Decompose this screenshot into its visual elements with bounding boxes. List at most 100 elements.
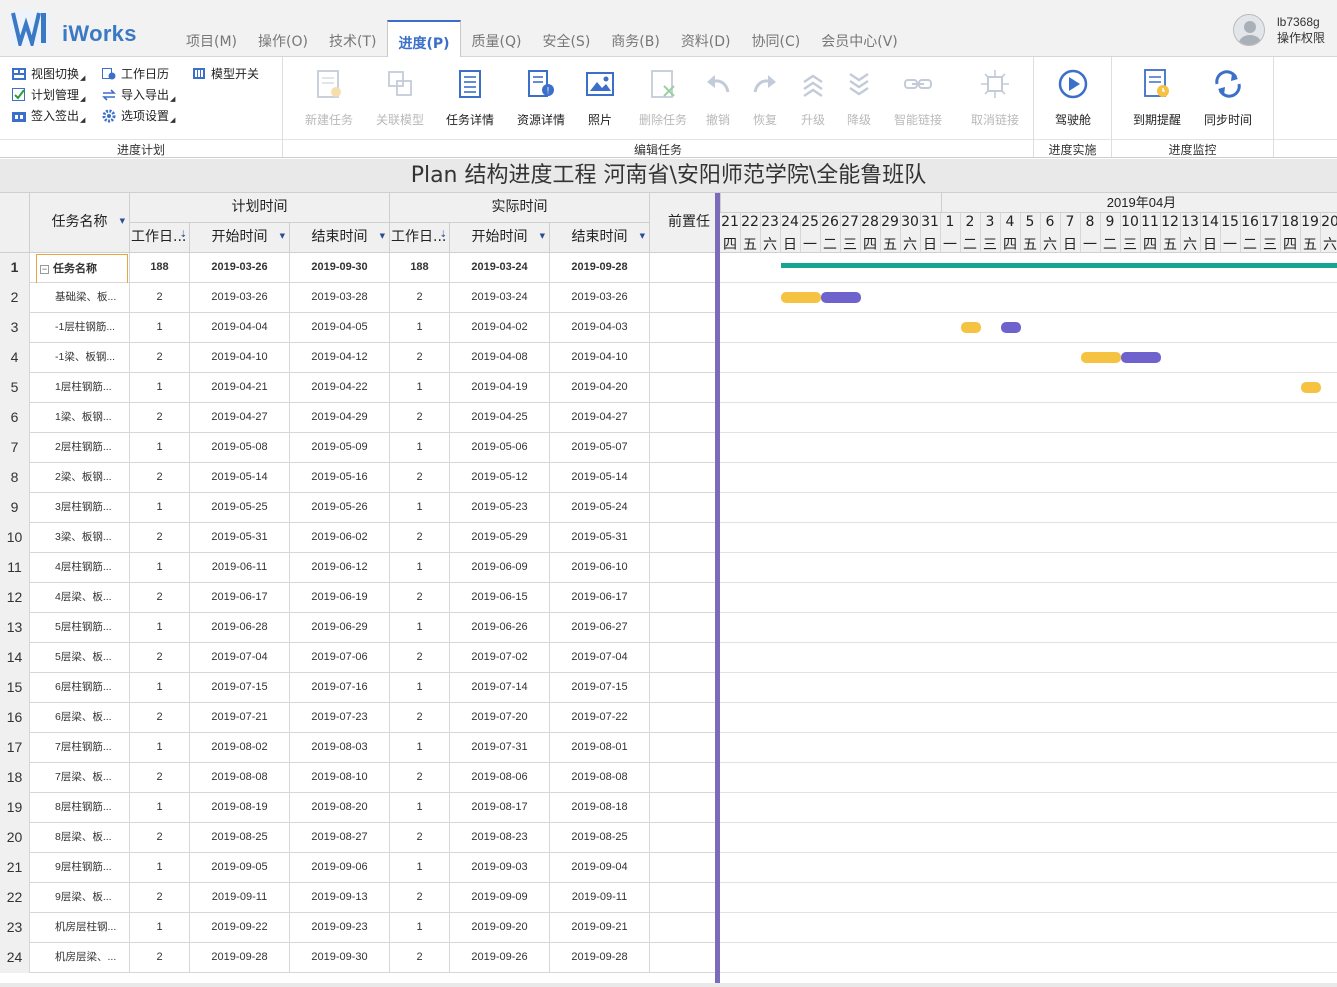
predecessor-cell[interactable]	[650, 253, 718, 283]
plan-end-cell[interactable]: 2019-07-06	[290, 643, 390, 673]
actual-task-bar[interactable]	[1301, 382, 1321, 393]
actual-workdays-cell[interactable]: 1	[390, 493, 450, 523]
predecessor-cell[interactable]	[650, 913, 718, 943]
plan-end-cell[interactable]: 2019-03-28	[290, 283, 390, 313]
plan-workdays-cell[interactable]: 1	[130, 313, 190, 343]
collapse-toggle-icon[interactable]: −	[40, 264, 49, 274]
actual-start-cell[interactable]: 2019-04-08	[450, 343, 550, 373]
plan-start-cell[interactable]: 2019-09-05	[190, 853, 290, 883]
menu-item-5[interactable]: 安全(S)	[532, 20, 600, 57]
table-row[interactable]: 8 2梁、板钢... 2 2019-05-14 2019-05-16 2 2019-05-1…	[0, 463, 718, 493]
actual-start-cell[interactable]: 2019-08-17	[450, 793, 550, 823]
actual-end-cell[interactable]: 2019-08-18	[550, 793, 650, 823]
actual-workdays-cell[interactable]: 188	[390, 253, 450, 283]
plan-end-cell[interactable]: 2019-09-13	[290, 883, 390, 913]
user-avatar-icon[interactable]	[1232, 14, 1265, 46]
predecessor-cell[interactable]	[650, 763, 718, 793]
plan-workdays-cell[interactable]: 2	[130, 763, 190, 793]
task-name-cell[interactable]: 8层柱钢筋...	[30, 793, 130, 823]
predecessor-cell[interactable]	[650, 463, 718, 493]
actual-end-cell[interactable]: 2019-09-21	[550, 913, 650, 943]
actual-start-cell[interactable]: 2019-06-09	[450, 553, 550, 583]
actual-workdays-cell[interactable]: 1	[390, 853, 450, 883]
predecessor-cell[interactable]	[650, 493, 718, 523]
actual-workdays-cell[interactable]: 2	[390, 283, 450, 313]
plan-workdays-cell[interactable]: 2	[130, 463, 190, 493]
actual-end-cell[interactable]: 2019-09-11	[550, 883, 650, 913]
photo-button[interactable]: 照片	[570, 65, 630, 128]
plan-workdays-cell[interactable]: 2	[130, 823, 190, 853]
task-name-cell[interactable]: 5层梁、板...	[30, 643, 130, 673]
actual-end-cell[interactable]: 2019-05-07	[550, 433, 650, 463]
table-row[interactable]: 18 7层梁、板... 2 2019-08-08 2019-08-10 2 2019-08-…	[0, 763, 718, 793]
table-row[interactable]: 19 8层柱钢筋... 1 2019-08-19 2019-08-20 1 2019-08-…	[0, 793, 718, 823]
actual-workdays-cell[interactable]: 2	[390, 463, 450, 493]
table-row[interactable]: 17 7层柱钢筋... 1 2019-08-02 2019-08-03 1 2019-07-…	[0, 733, 718, 763]
predecessor-cell[interactable]	[650, 823, 718, 853]
plan-start-cell[interactable]: 2019-07-04	[190, 643, 290, 673]
menu-item-8[interactable]: 协同(C)	[742, 20, 811, 57]
plan-workdays-cell[interactable]: 1	[130, 373, 190, 403]
actual-start-cell[interactable]: 2019-03-24	[450, 253, 550, 283]
plan-end-cell[interactable]: 2019-07-16	[290, 673, 390, 703]
unlink-button[interactable]: 取消链接	[959, 65, 1031, 128]
plan-workdays-cell[interactable]: 2	[130, 943, 190, 973]
actual-workdays-cell[interactable]: 1	[390, 793, 450, 823]
actual-end-cell[interactable]: 2019-07-15	[550, 673, 650, 703]
plan-end-cell[interactable]: 2019-08-10	[290, 763, 390, 793]
plan-start-cell[interactable]: 2019-04-21	[190, 373, 290, 403]
table-row[interactable]: 9 3层柱钢筋... 1 2019-05-25 2019-05-26 1 2019-05-2…	[0, 493, 718, 523]
resource-detail-button[interactable]: ! 资源详情	[511, 65, 571, 128]
due-reminder-button[interactable]: 到期提醒	[1127, 65, 1187, 128]
actual-workdays-cell[interactable]: 2	[390, 703, 450, 733]
task-name-header[interactable]: 任务名称 ▼	[30, 193, 130, 253]
actual-end-cell[interactable]: 2019-04-03	[550, 313, 650, 343]
plan-task-bar[interactable]	[1001, 322, 1021, 333]
actual-start-cell[interactable]: 2019-08-23	[450, 823, 550, 853]
actual-start-cell[interactable]: 2019-09-26	[450, 943, 550, 973]
actual-workdays-cell[interactable]: 2	[390, 883, 450, 913]
plan-end-cell[interactable]: 2019-09-30	[290, 253, 390, 283]
plan-start-cell[interactable]: 2019-04-10	[190, 343, 290, 373]
plan-workdays-cell[interactable]: 1	[130, 493, 190, 523]
predecessor-header[interactable]: 前置任	[650, 193, 718, 253]
actual-end-cell[interactable]: 2019-04-27	[550, 403, 650, 433]
predecessor-cell[interactable]	[650, 583, 718, 613]
plan-end-cell[interactable]: 2019-06-02	[290, 523, 390, 553]
plan-end-cell[interactable]: 2019-04-12	[290, 343, 390, 373]
actual-workdays-cell[interactable]: 1	[390, 673, 450, 703]
user-info[interactable]: lb7368g 操作权限	[1232, 14, 1325, 46]
new-task-button[interactable]: 新建任务	[299, 65, 359, 128]
plan-workdays-cell[interactable]: 2	[130, 883, 190, 913]
task-name-cell[interactable]: 5层柱钢筋...	[30, 613, 130, 643]
table-row[interactable]: 13 5层柱钢筋... 1 2019-06-28 2019-06-29 1 2019-06-…	[0, 613, 718, 643]
predecessor-cell[interactable]	[650, 643, 718, 673]
plan-workdays-cell[interactable]: 1	[130, 553, 190, 583]
actual-workdays-cell[interactable]: 2	[390, 343, 450, 373]
actual-workdays-cell[interactable]: 1	[390, 733, 450, 763]
table-row[interactable]: 4 -1梁、板钢... 2 2019-04-10 2019-04-12 2 2019-04-…	[0, 343, 718, 373]
actual-workdays-cell[interactable]: 1	[390, 433, 450, 463]
actual-workdays-cell[interactable]: 1	[390, 373, 450, 403]
actual-workdays-cell[interactable]: 2	[390, 943, 450, 973]
actual-workdays-cell[interactable]: 2	[390, 403, 450, 433]
plan-start-cell[interactable]: 2019-05-25	[190, 493, 290, 523]
task-name-cell[interactable]: 6层梁、板...	[30, 703, 130, 733]
actual-end-cell[interactable]: 2019-07-04	[550, 643, 650, 673]
actual-start-cell[interactable]: 2019-07-31	[450, 733, 550, 763]
cockpit-button[interactable]: 驾驶舱	[1043, 65, 1103, 128]
model-toggle-button[interactable]: 模型开关	[192, 65, 259, 82]
plan-end-cell[interactable]: 2019-07-23	[290, 703, 390, 733]
plan-workdays-cell[interactable]: 2	[130, 703, 190, 733]
plan-start-cell[interactable]: 2019-03-26	[190, 253, 290, 283]
actual-end-cell[interactable]: 2019-03-26	[550, 283, 650, 313]
plan-start-cell[interactable]: 2019-08-08	[190, 763, 290, 793]
task-name-cell[interactable]: 机房层梁、...	[30, 943, 130, 973]
filter-icon[interactable]: ⇣	[179, 223, 187, 249]
actual-end-cell[interactable]: 2019-08-01	[550, 733, 650, 763]
plan-workdays-cell[interactable]: 2	[130, 523, 190, 553]
plan-start-cell[interactable]: 2019-09-28	[190, 943, 290, 973]
table-row[interactable]: 7 2层柱钢筋... 1 2019-05-08 2019-05-09 1 2019-05-0…	[0, 433, 718, 463]
demote-button[interactable]: 降级	[829, 65, 889, 128]
actual-end-header[interactable]: 结束时间 ▼	[550, 223, 650, 253]
